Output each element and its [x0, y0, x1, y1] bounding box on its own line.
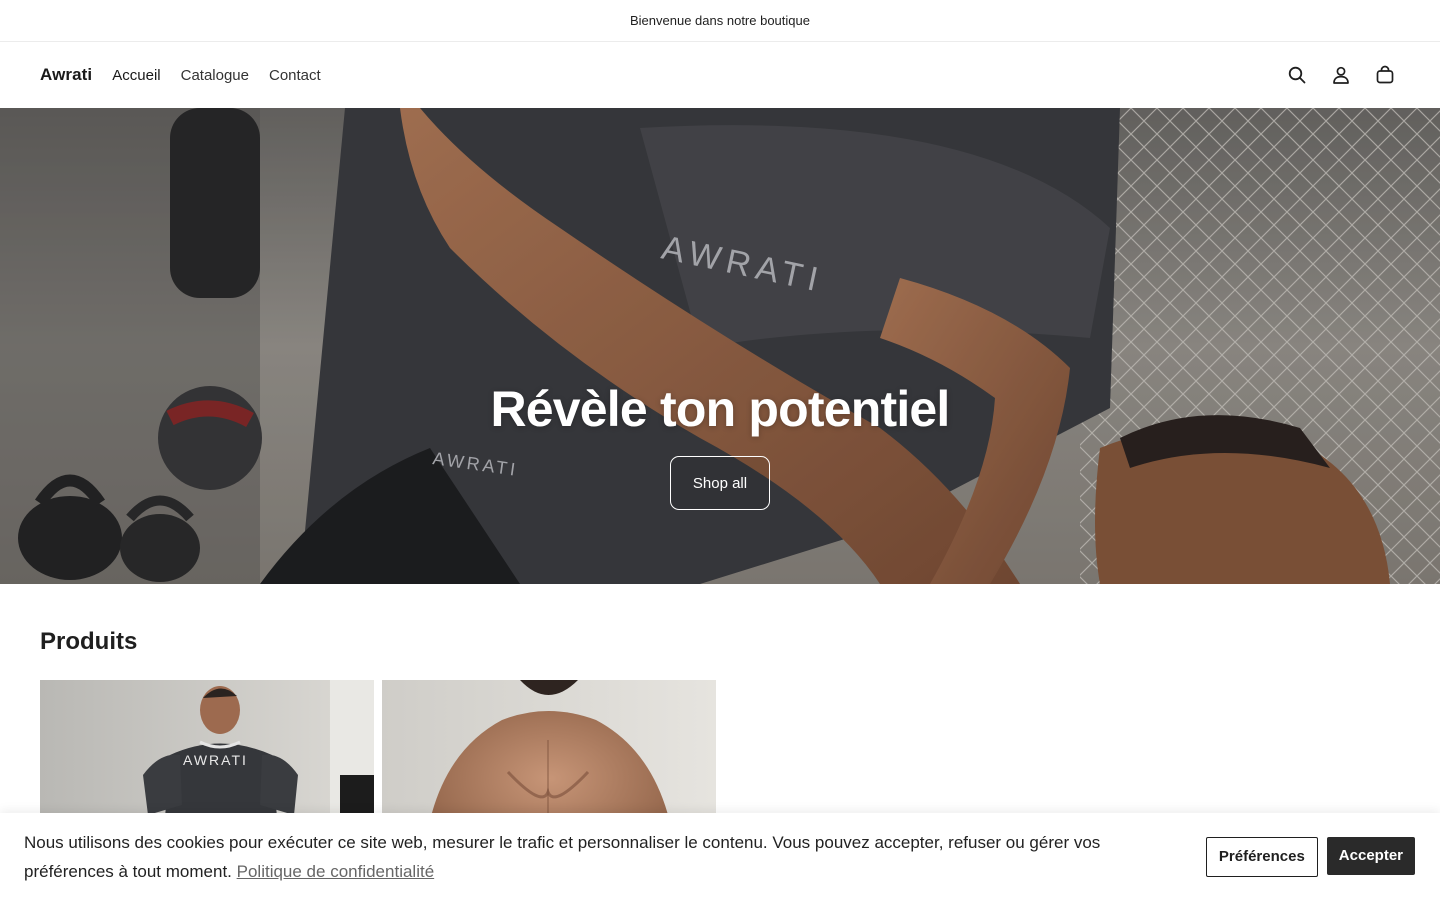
- cookie-actions: Préférences Accepter: [1205, 836, 1415, 877]
- announcement-text: Bienvenue dans notre boutique: [630, 13, 810, 28]
- accept-button[interactable]: Accepter: [1326, 836, 1415, 875]
- products-title: Produits: [40, 628, 138, 655]
- announcement-bar: Bienvenue dans notre boutique: [0, 0, 1440, 42]
- brand-logo[interactable]: Awrati: [40, 65, 92, 85]
- nav-catalog[interactable]: Catalogue: [181, 67, 249, 84]
- hero-title: Révèle ton potentiel: [490, 381, 950, 437]
- site-header: Awrati Accueil Catalogue Contact: [0, 42, 1440, 108]
- product-image-print: AWRATI: [183, 752, 248, 768]
- header-icons: [1285, 63, 1397, 87]
- nav-contact[interactable]: Contact: [269, 67, 321, 84]
- account-icon[interactable]: [1329, 63, 1353, 87]
- hero-image: AWRATI AWRATI: [0, 108, 1440, 584]
- main-nav: Accueil Catalogue Contact: [112, 67, 320, 84]
- privacy-policy-link[interactable]: Politique de confidentialité: [237, 862, 435, 881]
- cookie-message: Nous utilisons des cookies pour exécuter…: [24, 832, 1101, 881]
- search-icon[interactable]: [1285, 63, 1309, 87]
- cookie-banner: Nous utilisons des cookies pour exécuter…: [0, 813, 1440, 900]
- hero-banner: AWRATI AWRATI Révèle ton potentiel Shop …: [0, 108, 1440, 584]
- cookie-text: Nous utilisons des cookies pour exécuter…: [24, 828, 1189, 886]
- hero-content: Révèle ton potentiel Shop all: [0, 380, 1440, 510]
- shop-all-button[interactable]: Shop all: [670, 456, 770, 510]
- cart-icon[interactable]: [1373, 63, 1397, 87]
- nav-home[interactable]: Accueil: [112, 67, 160, 84]
- preferences-button[interactable]: Préférences: [1205, 836, 1318, 877]
